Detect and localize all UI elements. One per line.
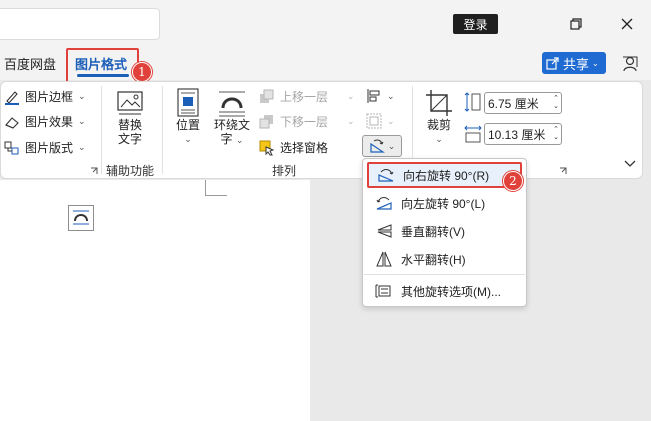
chevron-down-icon: ⌄ <box>435 134 443 144</box>
height-icon <box>464 92 482 112</box>
picture-layout-label: 图片版式 <box>25 141 74 155</box>
menu-item-label: 向左旋转 90°(L) <box>401 196 486 211</box>
chevron-down-icon: ⌄ <box>78 142 86 152</box>
chevron-down-icon: ⌄ <box>387 90 395 101</box>
share-chevron-icon: ⌄ <box>592 58 599 68</box>
width-spinner-icon[interactable]: ⌃ ⌄ <box>553 126 561 142</box>
tab-picture-format[interactable]: 图片格式 <box>75 54 127 73</box>
rotate-button[interactable]: ⌄ <box>362 135 402 157</box>
login-button[interactable]: 登录 <box>453 14 498 34</box>
alt-text-icon <box>117 91 143 115</box>
width-value: 10.13 厘米 <box>488 127 546 142</box>
menu-item-flip-vertical[interactable]: 垂直翻转(V) <box>367 218 522 244</box>
picture-border-label: 图片边框 <box>25 90 74 104</box>
ribbon-separator <box>101 86 102 174</box>
collapse-ribbon-icon[interactable] <box>624 160 636 168</box>
menu-separator <box>364 274 525 275</box>
group-objects-icon <box>366 113 382 129</box>
width-input[interactable]: 10.13 厘米 ⌃ ⌄ <box>484 123 562 145</box>
menu-item-rotate-left[interactable]: 向左旋转 90°(L) <box>367 190 522 216</box>
wrap-text-button[interactable]: 环绕文 字 ⌄ <box>210 88 254 147</box>
send-backward-label: 下移一层 <box>280 115 329 129</box>
menu-item-rotate-right[interactable]: 向右旋转 90°(R) <box>367 162 522 188</box>
flip-vertical-icon <box>377 224 392 238</box>
menu-item-label: 其他旋转选项(M)... <box>401 284 501 299</box>
selected-picture[interactable] <box>68 205 94 231</box>
picture-effects-label: 图片效果 <box>25 115 74 129</box>
ribbon-separator <box>162 86 163 174</box>
height-spinner-icon[interactable]: ⌃ ⌄ <box>553 95 561 111</box>
width-icon <box>464 124 482 144</box>
dialog-launcher-icon[interactable] <box>90 167 98 175</box>
active-tab-indicator <box>77 74 129 77</box>
wrap-text-icon <box>219 91 245 117</box>
close-window-icon[interactable] <box>617 14 637 34</box>
send-backward-button[interactable]: 下移一层 ⌄ <box>259 113 355 130</box>
chevron-down-icon: ⌄ <box>78 91 86 101</box>
flip-horizontal-icon <box>376 251 392 267</box>
selection-pane-button[interactable]: 选择窗格 <box>259 139 328 156</box>
step-badge-2: 2 <box>503 171 523 191</box>
menu-item-more-rotation[interactable]: 其他旋转选项(M)... <box>367 278 522 304</box>
size-dialog-launcher-icon[interactable] <box>559 167 567 175</box>
chevron-down-icon: ⌄ <box>184 134 192 144</box>
send-backward-icon <box>259 114 273 128</box>
height-value: 6.75 厘米 <box>488 96 539 111</box>
crop-label: 裁剪 <box>426 118 451 132</box>
wrap-text-label-2: 字 ⌄ <box>220 132 244 146</box>
menu-item-label: 水平翻转(H) <box>401 252 466 267</box>
menu-item-flip-horizontal[interactable]: 水平翻转(H) <box>367 246 522 272</box>
share-label: 共享 <box>563 56 590 72</box>
wrap-text-label-1: 环绕文 <box>213 118 250 132</box>
position-icon <box>177 88 199 117</box>
restore-window-icon[interactable] <box>566 14 586 34</box>
crop-button[interactable]: 裁剪 ⌄ <box>422 88 456 146</box>
pen-border-icon <box>5 90 19 105</box>
picture-layout-button[interactable]: 图片版式 ⌄ <box>4 139 86 156</box>
more-rotation-icon <box>375 284 391 298</box>
align-button[interactable]: ⌄ <box>366 88 395 104</box>
comment-person-icon[interactable] <box>620 54 640 74</box>
alt-text-label-1: 替换 <box>117 118 142 132</box>
chevron-down-icon: ⌄ <box>78 116 86 126</box>
accessibility-group-label: 辅助功能 <box>106 164 155 178</box>
chevron-down-icon: ⌄ <box>387 140 396 151</box>
alt-text-label-2: 文字 <box>117 132 142 146</box>
rotate-left-icon <box>376 197 392 210</box>
chevron-down-icon: ⌄ <box>347 91 355 101</box>
picture-border-button[interactable]: 图片边框 ⌄ <box>4 88 86 105</box>
bring-forward-label: 上移一层 <box>280 90 329 104</box>
search-box[interactable] <box>0 8 160 40</box>
position-label: 位置 <box>175 118 200 132</box>
document-page <box>0 180 310 421</box>
step-badge-1: 1 <box>132 62 152 82</box>
layout-icon <box>4 141 19 154</box>
bring-forward-icon <box>260 89 274 103</box>
picture-thumbnail-icon <box>73 210 89 225</box>
rotate-icon <box>370 139 385 153</box>
rotate-right-icon <box>378 169 394 182</box>
arrange-group-label: 排列 <box>272 164 297 178</box>
share-icon <box>546 57 559 70</box>
menu-item-label: 向右旋转 90°(R) <box>403 168 490 183</box>
effects-icon <box>5 116 19 129</box>
align-left-icon <box>367 89 380 103</box>
alt-text-button[interactable]: 替换 文字 <box>112 88 148 146</box>
page-corner-mark <box>205 180 227 196</box>
chevron-down-icon: ⌄ <box>347 116 355 126</box>
crop-icon <box>426 90 452 116</box>
menu-item-label: 垂直翻转(V) <box>401 224 465 239</box>
share-button[interactable]: 共享 ⌄ <box>542 52 606 74</box>
bring-forward-button[interactable]: 上移一层 ⌄ <box>259 88 355 105</box>
selection-pane-icon <box>259 140 275 155</box>
picture-effects-button[interactable]: 图片效果 ⌄ <box>4 113 86 130</box>
position-button[interactable]: 位置 ⌄ <box>172 88 204 146</box>
chevron-down-icon: ⌄ <box>387 115 395 126</box>
group-objects-button[interactable]: ⌄ <box>366 113 395 129</box>
height-input[interactable]: 6.75 厘米 ⌃ ⌄ <box>484 92 562 114</box>
selection-pane-label: 选择窗格 <box>280 141 329 155</box>
tab-baidu-netdisk[interactable]: 百度网盘 <box>4 54 56 72</box>
